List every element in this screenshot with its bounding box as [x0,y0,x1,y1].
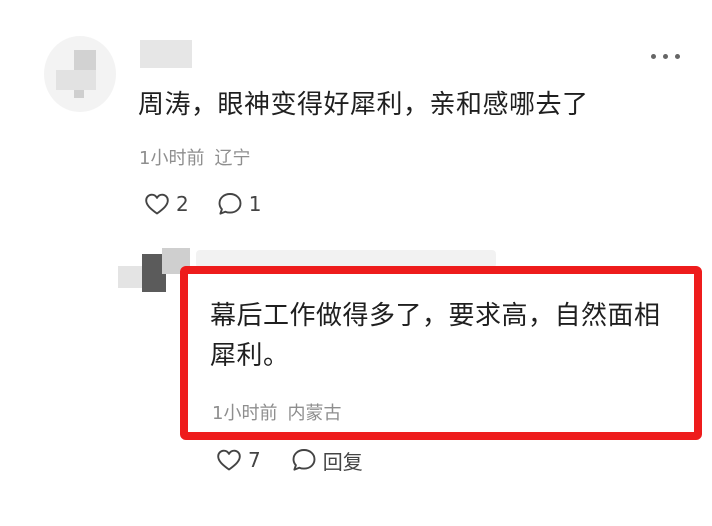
reply-to-reply-button[interactable]: 回复 [291,446,363,475]
reply-like-button[interactable]: 7 [216,448,261,472]
reply-label: 回复 [322,449,363,474]
reply-like-count: 7 [248,448,261,472]
comment-bubble-icon [292,449,316,471]
like-count: 2 [176,192,189,216]
reply-actions: 7 回复 [216,444,363,476]
like-button[interactable]: 2 [144,192,189,216]
reply-count: 1 [248,192,262,216]
heart-icon [217,449,241,471]
reply-text: 幕后工作做得多了，要求高，自然面相犀利。 [210,301,661,371]
more-options-icon[interactable] [651,48,687,64]
comment-bubble-icon [218,193,242,215]
comment-location: 辽宁 [214,148,251,169]
comment-actions: 2 1 [144,188,261,220]
reply-time: 1小时前 [212,403,278,424]
comment-meta: 1小时前 辽宁 [139,144,250,170]
avatar[interactable] [44,36,116,112]
reply-button[interactable]: 1 [217,191,262,217]
reply-meta: 1小时前 内蒙古 [212,399,341,425]
comment-text: 周涛，眼神变得好犀利，亲和感哪去了 [138,90,589,120]
comment-time: 1小时前 [139,148,205,169]
username-blurred[interactable] [140,40,192,68]
reply-location: 内蒙古 [287,403,342,424]
heart-icon [145,193,169,215]
